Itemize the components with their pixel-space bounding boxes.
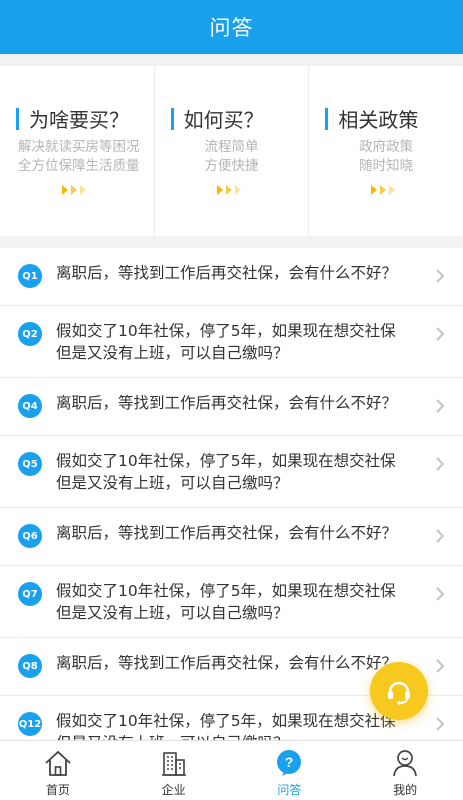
tab-label: 首页 [45, 783, 70, 797]
card-title: 相关政策 [325, 104, 418, 133]
question-text: 假如交了10年社保，停了5年，如果现在想交社保但是又没有上班，可以自己缴吗？ [56, 320, 396, 364]
tab-home[interactable]: 首页 [0, 741, 116, 800]
card-title-text: 相关政策 [338, 108, 419, 132]
question-line: 假如交了10年社保，停了5年，如果现在想交社保 [56, 582, 396, 600]
headset-icon [388, 681, 410, 705]
title-bar [16, 107, 19, 130]
question-number-badge: Q2 [18, 322, 42, 346]
card-subtitle: 流程简单 方便快捷 [155, 138, 309, 176]
card-subtitle-line: 解决就读买房等困况 [18, 139, 140, 155]
tab-enterprise[interactable]: 企业 [116, 741, 232, 800]
card-subtitle-line: 流程简单 [204, 139, 259, 155]
page-title: 问答 [209, 16, 254, 40]
question-line: 但是又没有上班，可以自己缴吗？ [56, 732, 396, 740]
question-item[interactable]: Q6 离职后，等找到工作后再交社保，会有什么不好？ [0, 508, 463, 566]
question-number-badge: Q12 [18, 712, 42, 736]
card-subtitle-line: 随时知晓 [359, 158, 414, 174]
question-line: 离职后，等找到工作后再交社保，会有什么不好？ [56, 264, 398, 282]
question-line: 离职后，等找到工作后再交社保，会有什么不好？ [56, 654, 398, 672]
svg-text:?: ? [285, 754, 294, 770]
question-text: 离职后，等找到工作后再交社保，会有什么不好？ [56, 522, 397, 544]
tab-label: 企业 [161, 783, 186, 797]
tab-label: 我的 [393, 783, 418, 797]
chevron-right-icon [436, 327, 445, 341]
card-subtitle-line: 方便快捷 [204, 158, 259, 174]
card-title: 为啥要买？ [16, 104, 129, 133]
app-header: 问答 [0, 0, 463, 54]
question-bubble-icon: ? [273, 747, 305, 779]
card-policy[interactable]: 相关政策 政府政策 随时知晓 [309, 66, 463, 236]
question-line: 但是又没有上班，可以自己缴吗？ [56, 344, 289, 362]
title-bar [170, 107, 174, 130]
question-line: 假如交了10年社保，停了5年，如果现在想交社保 [56, 452, 396, 470]
chevron-right-icon [436, 659, 445, 673]
tab-label: 问答 [277, 783, 302, 797]
question-number-badge: Q5 [18, 452, 42, 476]
question-text: 假如交了10年社保，停了5年，如果现在想交社保但是又没有上班，可以自己缴吗？ [56, 580, 396, 624]
tab-qa[interactable]: ? 问答 [232, 741, 348, 800]
question-text: 离职后，等找到工作后再交社保，会有什么不好？ [56, 392, 397, 414]
card-title: 如何买？ [170, 104, 264, 133]
question-line: 假如交了10年社保，停了5年，如果现在想交社保 [56, 712, 396, 730]
card-subtitle-line: 全方位保障生活质量 [18, 158, 140, 174]
chevrons-right-icon [155, 184, 309, 196]
card-why-buy[interactable]: 为啥要买？ 解决就读买房等困况 全方位保障生活质量 [0, 66, 155, 236]
question-item[interactable]: Q2 假如交了10年社保，停了5年，如果现在想交社保 但是又没有上班，可以自己缴吗… [0, 306, 463, 378]
question-text: 假如交了10年社保，停了5年，如果现在想交社保但是又没有上班，可以自己缴吗？ [56, 710, 396, 740]
building-icon [158, 747, 190, 779]
question-number-badge: Q6 [18, 524, 42, 548]
chevron-right-icon [436, 717, 445, 731]
question-number-badge: Q7 [18, 582, 42, 606]
question-text: 离职后，等找到工作后再交社保，会有什么不好？ [56, 262, 397, 284]
title-bar [325, 107, 329, 130]
card-subtitle-line: 政府政策 [359, 139, 414, 155]
question-number-badge: Q8 [18, 654, 42, 678]
question-item[interactable]: Q1 离职后，等找到工作后再交社保，会有什么不好？ [0, 248, 463, 306]
question-item[interactable]: Q4 离职后，等找到工作后再交社保，会有什么不好？ [0, 378, 463, 436]
card-subtitle: 解决就读买房等困况 全方位保障生活质量 [18, 138, 154, 176]
home-icon [42, 747, 74, 779]
chevrons-right-icon [0, 184, 154, 196]
chevrons-right-icon [309, 184, 463, 196]
card-how-buy[interactable]: 如何买？ 流程简单 方便快捷 [155, 66, 310, 236]
user-icon [389, 747, 421, 779]
card-subtitle: 政府政策 随时知晓 [309, 138, 463, 176]
question-line: 假如交了10年社保，停了5年，如果现在想交社保 [56, 322, 396, 340]
question-text: 假如交了10年社保，停了5年，如果现在想交社保但是又没有上班，可以自己缴吗？ [56, 450, 396, 494]
tab-mine[interactable]: 我的 [347, 741, 463, 800]
customer-service-button[interactable] [370, 662, 428, 720]
chevron-right-icon [436, 457, 445, 471]
chevron-right-icon [436, 529, 445, 543]
chevron-right-icon [436, 587, 445, 601]
chevron-right-icon [436, 399, 445, 413]
question-line: 离职后，等找到工作后再交社保，会有什么不好？ [56, 394, 398, 412]
question-line: 但是又没有上班，可以自己缴吗？ [56, 604, 289, 622]
question-number-badge: Q4 [18, 394, 42, 418]
question-item[interactable]: Q5 假如交了10年社保，停了5年，如果现在想交社保 但是又没有上班，可以自己缴吗… [0, 436, 463, 508]
question-item[interactable]: Q7 假如交了10年社保，停了5年，如果现在想交社保 但是又没有上班，可以自己缴吗… [0, 566, 463, 638]
chevron-right-icon [436, 269, 445, 283]
feature-cards: 为啥要买？ 解决就读买房等困况 全方位保障生活质量 如何买？ 流程简单 方便快捷… [0, 66, 463, 236]
question-number-badge: Q1 [18, 264, 42, 288]
bottom-tab-bar: 首页 企业 ? 问答 我的 [0, 740, 463, 800]
question-line: 离职后，等找到工作后再交社保，会有什么不好？ [56, 524, 398, 542]
card-title-text: 如何买？ [183, 108, 264, 132]
card-title-text: 为啥要买？ [29, 108, 129, 132]
question-line: 但是又没有上班，可以自己缴吗？ [56, 474, 289, 492]
question-text: 离职后，等找到工作后再交社保，会有什么不好？ [56, 652, 397, 674]
